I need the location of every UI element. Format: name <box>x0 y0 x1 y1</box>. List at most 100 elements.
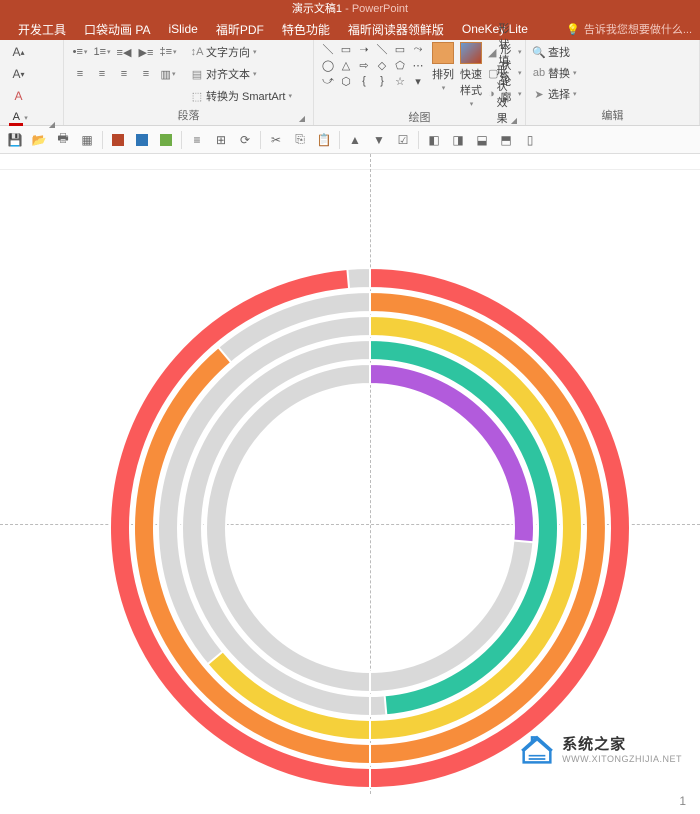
qat-copy-icon[interactable]: ⎘ <box>289 129 311 151</box>
select-button[interactable]: ➤选择▾ <box>532 84 577 104</box>
watermark-title: 系统之家 <box>562 733 682 754</box>
group-label-paragraph: 段落 <box>178 110 200 122</box>
replace-button[interactable]: ab替换▾ <box>532 63 577 83</box>
house-icon <box>520 734 554 764</box>
shapes-gallery[interactable]: ＼ ▭ ➝ ＼ ▭ ⤳ ◯ △ ⇨ ◇ ⬠ ⋯ ⤻ ⬡ { } ☆ <box>320 42 426 88</box>
shape-brace2-icon[interactable]: } <box>374 74 390 88</box>
qat-print-icon[interactable]: 🖶 <box>52 129 74 151</box>
font-grow-button[interactable]: A▴ <box>6 42 31 62</box>
quick-styles-button[interactable]: 快速样式▾ <box>460 42 482 108</box>
group-paragraph: •≡▾ 1≡▾ ≡◀ ▶≡ ‡≡▾ ≡ ≡ ≡ ≡ ▥▾ ↕A文字方向▾ ▤对齐… <box>64 40 314 125</box>
group-font: A▴ A▾ A A ▾ ◢ <box>0 40 64 125</box>
qat-save-icon[interactable]: 💾 <box>4 129 26 151</box>
shape-rect-icon[interactable]: ▭ <box>338 42 354 56</box>
shape-callout-icon[interactable]: ⬠ <box>392 58 408 72</box>
text-direction-icon: ↕A <box>190 45 204 59</box>
lightbulb-icon: 💡 <box>566 23 580 36</box>
quick-access-toolbar: 💾 📂 🖶 ▦ ≡ ⊞ ⟳ ✂ ⎘ 📋 ▲ ▼ ☑ ◧ ◨ ⬓ ⬒ ▯ <box>0 126 700 154</box>
shape-poly-icon[interactable]: ⬡ <box>338 74 354 88</box>
doc-title: 演示文稿1 <box>292 3 342 15</box>
title-bar: 演示文稿1 - PowerPoint <box>0 0 700 18</box>
tab-islide[interactable]: iSlide <box>168 22 197 36</box>
qat-misc3-icon[interactable]: ⬓ <box>471 129 493 151</box>
qat-misc4-icon[interactable]: ⬒ <box>495 129 517 151</box>
qat-misc2-icon[interactable]: ◨ <box>447 129 469 151</box>
group-editing: 🔍查找 ab替换▾ ➤选择▾ 编辑 <box>526 40 700 125</box>
dialog-launcher-icon[interactable]: ◢ <box>49 120 55 129</box>
qat-misc1-icon[interactable]: ◧ <box>423 129 445 151</box>
align-center-button[interactable]: ≡ <box>92 64 112 84</box>
indent-dec-button[interactable]: ≡◀ <box>114 42 134 62</box>
tab-foxit-pdf[interactable]: 福昕PDF <box>216 21 264 38</box>
qat-cut-icon[interactable]: ✂ <box>265 129 287 151</box>
app-name: PowerPoint <box>352 3 408 15</box>
qat-color2-icon[interactable] <box>131 129 153 151</box>
cursor-icon: ➤ <box>532 87 546 101</box>
shape-tri-icon[interactable]: △ <box>338 58 354 72</box>
qat-seltask-icon[interactable]: ☑ <box>392 129 414 151</box>
shape-more-icon[interactable]: ⋯ <box>410 58 426 72</box>
qat-paste-icon[interactable]: 📋 <box>313 129 335 151</box>
numbering-button[interactable]: 1≡▾ <box>92 42 112 62</box>
columns-button[interactable]: ▥▾ <box>158 64 178 84</box>
qat-table-icon[interactable]: ▦ <box>76 129 98 151</box>
font-color-button[interactable]: A ▾ <box>6 108 31 128</box>
tab-foxit-reader[interactable]: 福昕阅读器领鲜版 <box>348 21 444 38</box>
ruler <box>0 154 700 170</box>
concentric-doughnut-chart[interactable] <box>110 268 630 788</box>
align-right-button[interactable]: ≡ <box>114 64 134 84</box>
shape-brace-icon[interactable]: { <box>356 74 372 88</box>
align-left-button[interactable]: ≡ <box>70 64 90 84</box>
shape-curve-icon[interactable]: ⤻ <box>320 74 336 88</box>
dialog-launcher-icon[interactable]: ◢ <box>511 116 517 125</box>
smartart-icon: ⬚ <box>190 89 204 103</box>
bullets-button[interactable]: •≡▾ <box>70 42 90 62</box>
qat-misc5-icon[interactable]: ▯ <box>519 129 541 151</box>
align-text-button[interactable]: ▤对齐文本▾ <box>190 64 292 84</box>
qat-open-icon[interactable]: 📂 <box>28 129 50 151</box>
shape-arrow-icon[interactable]: ➝ <box>356 42 372 56</box>
ribbon-tabs: 开发工具 口袋动画 PA iSlide 福昕PDF 特色功能 福昕阅读器领鲜版 … <box>0 18 700 40</box>
text-direction-button[interactable]: ↕A文字方向▾ <box>190 42 292 62</box>
group-label-drawing: 绘图 <box>409 112 431 124</box>
shape-conn-icon[interactable]: ⤳ <box>410 42 426 56</box>
tab-features[interactable]: 特色功能 <box>282 21 330 38</box>
tab-devtools[interactable]: 开发工具 <box>18 21 66 38</box>
effects-icon: ◑ <box>488 87 495 101</box>
qat-group-icon[interactable]: ⊞ <box>210 129 232 151</box>
qat-forward-icon[interactable]: ▲ <box>344 129 366 151</box>
ribbon: A▴ A▾ A A ▾ ◢ •≡▾ 1≡▾ ≡◀ ▶≡ ‡≡▾ <box>0 40 700 126</box>
tab-onekey[interactable]: OneKey Lite <box>462 22 528 36</box>
tell-me[interactable]: 💡 告诉我您想要做什么... <box>566 21 692 37</box>
slide-canvas[interactable]: 系统之家 WWW.XITONGZHIJIA.NET <box>0 154 700 794</box>
clear-format-button[interactable]: A <box>6 86 31 106</box>
shape-star-icon[interactable]: ☆ <box>392 74 408 88</box>
line-spacing-button[interactable]: ‡≡▾ <box>158 42 178 62</box>
qat-color1-icon[interactable] <box>107 129 129 151</box>
align-justify-button[interactable]: ≡ <box>136 64 156 84</box>
watermark: 系统之家 WWW.XITONGZHIJIA.NET <box>520 733 682 764</box>
group-drawing: ＼ ▭ ➝ ＼ ▭ ⤳ ◯ △ ⇨ ◇ ⬠ ⋯ ⤻ ⬡ { } ☆ <box>314 40 526 125</box>
smartart-button[interactable]: ⬚转换为 SmartArt▾ <box>190 86 292 106</box>
qat-align-icon[interactable]: ≡ <box>186 129 208 151</box>
bucket-icon: ◢ <box>488 45 496 59</box>
qat-back-icon[interactable]: ▼ <box>368 129 390 151</box>
shape-arrowr-icon[interactable]: ⇨ <box>356 58 372 72</box>
tab-pocket-anim[interactable]: 口袋动画 PA <box>84 21 150 38</box>
qat-rotate-icon[interactable]: ⟳ <box>234 129 256 151</box>
shape-effects-button[interactable]: ◑形状效果▾ <box>488 84 522 104</box>
search-icon: 🔍 <box>532 45 546 59</box>
qat-color3-icon[interactable] <box>155 129 177 151</box>
shape-rect2-icon[interactable]: ▭ <box>392 42 408 56</box>
arrange-button[interactable]: 排列▾ <box>432 42 454 92</box>
find-button[interactable]: 🔍查找 <box>532 42 577 62</box>
indent-inc-button[interactable]: ▶≡ <box>136 42 156 62</box>
shape-dd-icon[interactable]: ▾ <box>410 74 426 88</box>
shape-line-icon[interactable]: ＼ <box>320 42 336 56</box>
dialog-launcher-icon[interactable]: ◢ <box>299 114 305 123</box>
page-number: 1 <box>679 794 686 808</box>
shape-oval-icon[interactable]: ◯ <box>320 58 336 72</box>
font-shrink-button[interactable]: A▾ <box>6 64 31 84</box>
shape-line2-icon[interactable]: ＼ <box>374 42 390 56</box>
shape-diamond-icon[interactable]: ◇ <box>374 58 390 72</box>
